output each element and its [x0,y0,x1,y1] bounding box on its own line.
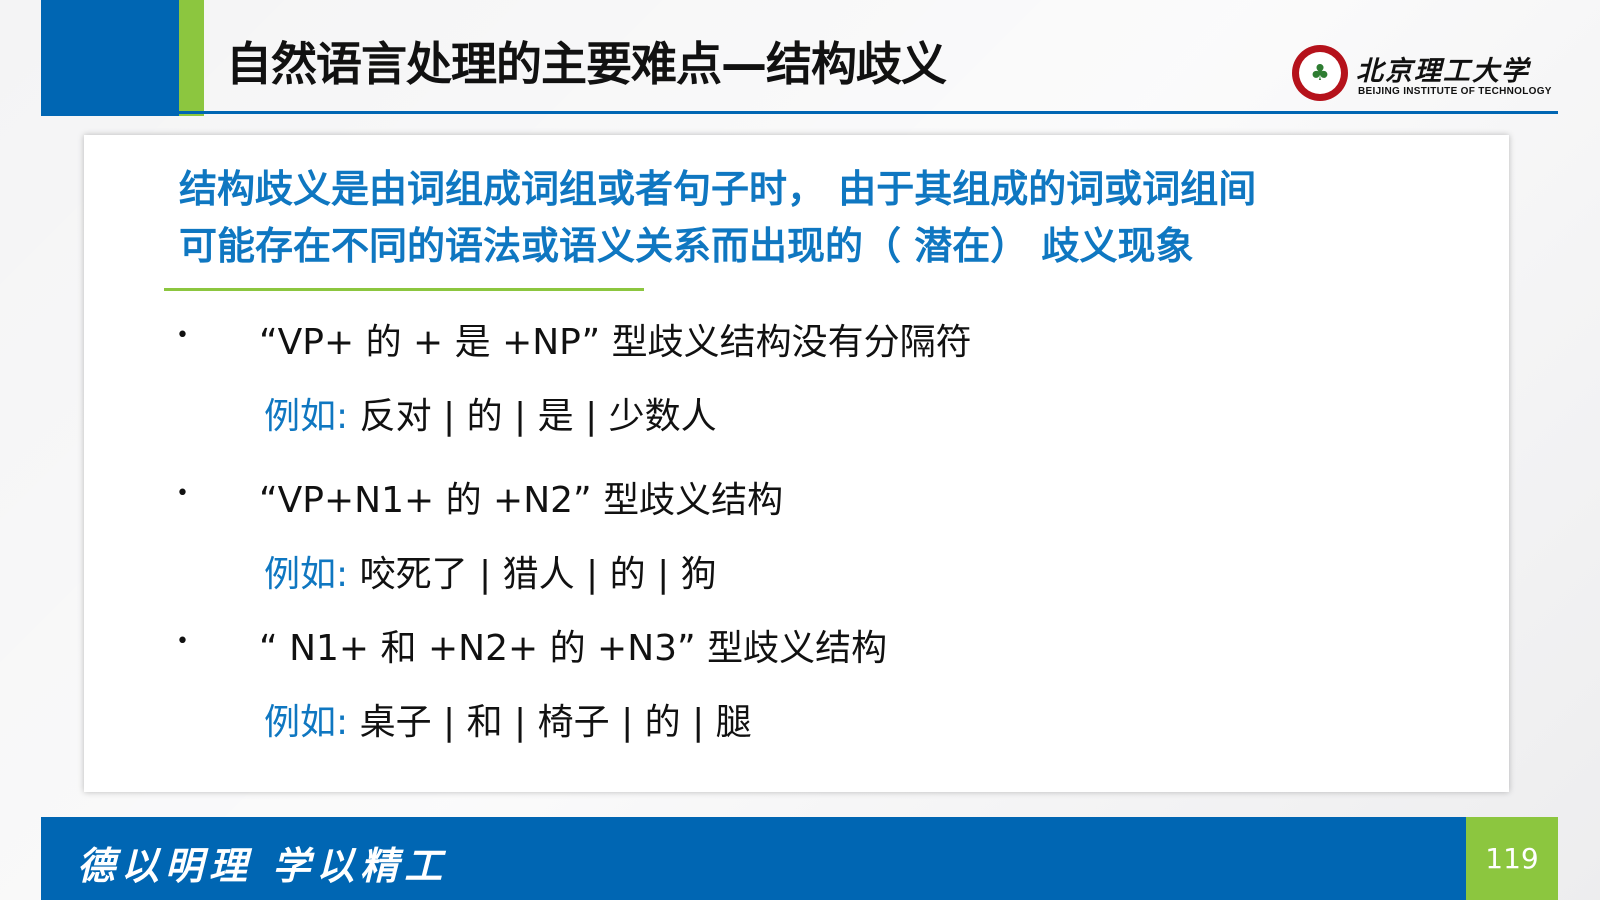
example-1: 例如: 反对 | 的 | 是 | 少数人 [264,387,717,439]
example-label-3: 例如: [264,702,349,743]
slide-title: 自然语言处理的主要难点—结构歧义 [226,37,947,91]
example-2: 例如: 咬死了 | 猎人 | 的 | 狗 [264,545,717,597]
header-divider [41,111,1558,114]
bullet-1: • [176,323,189,348]
emblem-tree-icon: ♣ [1299,52,1341,94]
header-green-strip [179,0,204,116]
footer-bar: 德以明理 学以精工 [41,817,1466,900]
university-name-en: BEIJING INSTITUTE OF TECHNOLOGY [1358,86,1552,97]
content-card: 结构歧义是由词组成词组或者句子时， 由于其组成的词或词组间 可能存在不同的语法或… [84,135,1509,792]
example-text-1: 反对 | 的 | 是 | 少数人 [359,396,717,437]
page-number: 119 [1466,817,1558,900]
definition-underline [164,288,644,291]
definition-line-1: 结构歧义是由词组成词组或者句子时， 由于其组成的词或词组间 [179,167,1257,211]
university-name-cn: 北京理工大学 [1356,56,1530,87]
pattern-1: “VP+ 的 + 是 +NP” 型歧义结构没有分隔符 [259,322,972,363]
bullet-2: • [176,481,189,506]
definition-text: 结构歧义是由词组成词组或者句子时， 由于其组成的词或词组间 可能存在不同的语法或… [179,161,1399,275]
definition-line-2: 可能存在不同的语法或语义关系而出现的（ 潜在） 歧义现象 [179,224,1194,268]
footer-motto: 德以明理 学以精工 [77,843,449,888]
example-label-1: 例如: [264,396,349,437]
example-3: 例如: 桌子 | 和 | 椅子 | 的 | 腿 [264,693,752,745]
university-emblem-icon: ♣ [1292,45,1348,101]
header-blue-block [41,0,179,116]
example-text-3: 桌子 | 和 | 椅子 | 的 | 腿 [359,702,752,743]
pattern-2: “VP+N1+ 的 +N2” 型歧义结构 [259,480,784,521]
bullet-3: • [176,629,189,654]
example-text-2: 咬死了 | 猎人 | 的 | 狗 [359,554,717,595]
example-label-2: 例如: [264,554,349,595]
university-logo: ♣ 北京理工大学 BEIJING INSTITUTE OF TECHNOLOGY [1292,45,1562,105]
pattern-3: “ N1+ 和 +N2+ 的 +N3” 型歧义结构 [259,628,888,669]
